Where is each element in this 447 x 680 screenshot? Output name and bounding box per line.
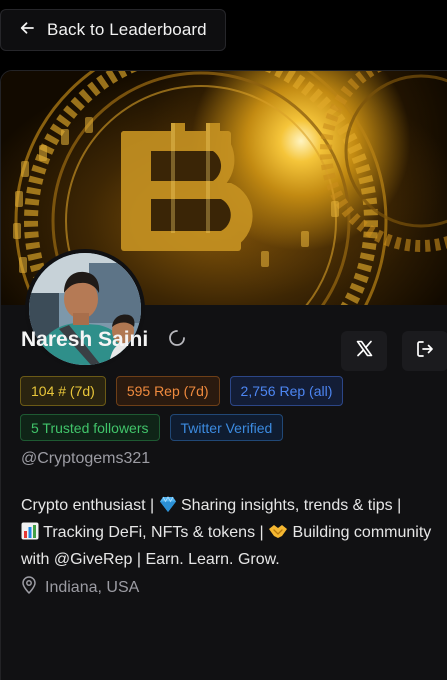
map-pin-icon	[21, 576, 37, 599]
gem-icon	[159, 496, 177, 521]
bio-text: Tracking DeFi, NFTs & tokens |	[39, 524, 269, 541]
profile-badges: 104 # (7d) 595 Rep (7d) 2,756 Rep (all) …	[20, 376, 440, 449]
trusted-followers-badge: 5 Trusted followers	[20, 414, 160, 441]
name-row: Naresh Saini	[21, 328, 186, 352]
back-to-leaderboard-button[interactable]: Back to Leaderboard	[0, 9, 226, 51]
bio-text: Crypto enthusiast |	[21, 497, 159, 514]
handshake-icon	[268, 523, 288, 548]
rank-badge: 104 # (7d)	[20, 376, 106, 406]
profile-handle: @Cryptogems321	[21, 450, 151, 467]
spinner-icon	[168, 329, 186, 352]
profile-name: Naresh Saini	[21, 328, 149, 351]
arrow-left-icon	[19, 20, 35, 41]
back-button-label: Back to Leaderboard	[47, 20, 207, 39]
rep-7d-badge: 595 Rep (7d)	[115, 376, 220, 406]
share-exit-icon	[416, 340, 434, 363]
bar-chart-icon	[21, 522, 39, 548]
rep-all-badge: 2,756 Rep (all)	[229, 376, 344, 406]
location-text: Indiana, USA	[45, 578, 140, 596]
x-logo-icon	[356, 340, 373, 362]
profile-bio: Crypto enthusiast | Sharing insights, tr…	[21, 494, 447, 572]
profile-location: Indiana, USA	[21, 576, 139, 599]
twitter-verified-badge: Twitter Verified	[169, 414, 284, 441]
twitter-x-button[interactable]	[341, 331, 387, 371]
bio-text: Sharing insights, trends & tips |	[176, 497, 402, 514]
share-button[interactable]	[402, 331, 447, 371]
